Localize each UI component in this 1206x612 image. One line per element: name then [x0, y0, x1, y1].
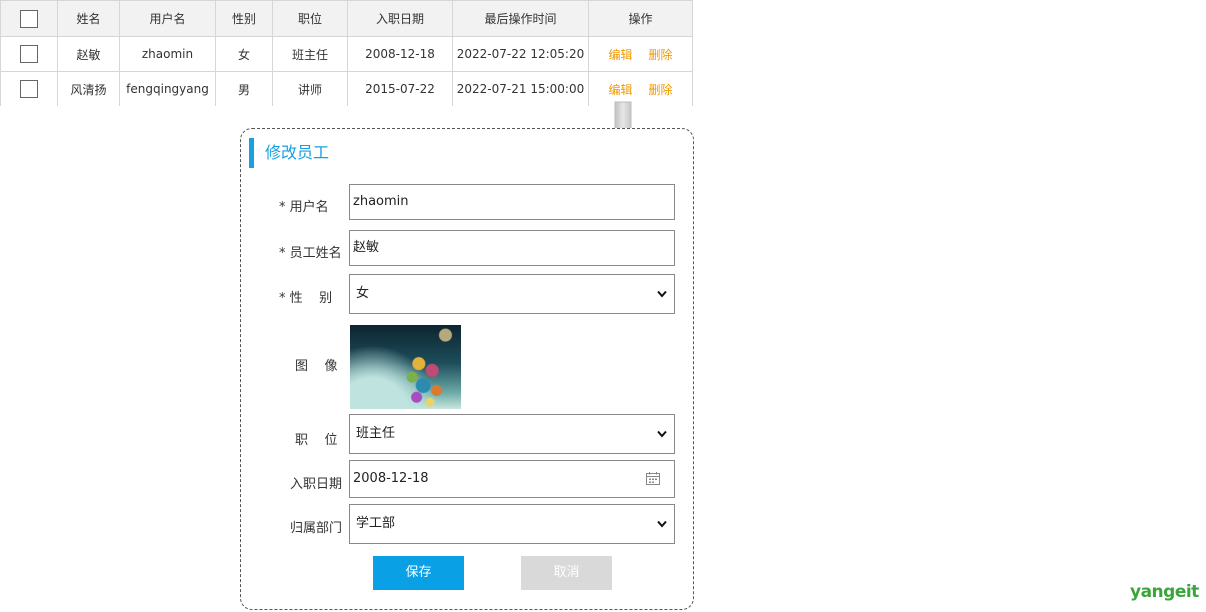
table-row: 赵敏 zhaomin 女 班主任 2008-12-18 2022-07-22 1… — [0, 36, 693, 72]
cell-position: 讲师 — [272, 71, 348, 106]
cell-gender: 女 — [215, 36, 273, 72]
row-checkbox[interactable] — [20, 80, 38, 98]
username-input[interactable]: zhaomin — [349, 184, 675, 220]
gender-label: * 性 别 — [279, 291, 333, 306]
chevron-down-icon — [657, 520, 667, 528]
hire-date-input[interactable]: 2008-12-18 — [349, 460, 675, 498]
chevron-down-icon — [657, 290, 667, 298]
employee-name-label: * 员工姓名 — [279, 246, 342, 261]
employee-photo[interactable] — [350, 325, 461, 409]
calendar-icon[interactable] — [646, 472, 660, 485]
edit-link[interactable]: 编辑 — [608, 83, 632, 97]
department-select-value: 学工部 — [356, 516, 396, 531]
department-select[interactable]: 学工部 — [349, 504, 675, 544]
brand-logo: yangeit — [1130, 582, 1199, 602]
cell-hire-date: 2008-12-18 — [347, 36, 453, 72]
column-header-position: 职位 — [272, 0, 348, 37]
table-row: 风清扬 fengqingyang 男 讲师 2015-07-22 2022-07… — [0, 71, 693, 106]
hire-date-label: 入职日期 — [290, 477, 343, 492]
cell-hire-date: 2015-07-22 — [347, 71, 453, 106]
gender-select[interactable]: 女 — [349, 274, 675, 314]
position-select-value: 班主任 — [356, 426, 396, 441]
gender-select-value: 女 — [356, 286, 370, 301]
cell-position: 班主任 — [272, 36, 348, 72]
cell-actions: 编辑 删除 — [588, 36, 693, 72]
table-header-row: 姓名 用户名 性别 职位 入职日期 最后操作时间 操作 — [0, 0, 693, 37]
cell-last-op-time: 2022-07-21 15:00:00 — [452, 71, 589, 106]
column-header-actions: 操作 — [588, 0, 693, 37]
image-label: 图 像 — [295, 359, 338, 374]
cell-last-op-time: 2022-07-22 12:05:20 — [452, 36, 589, 72]
employee-name-input[interactable]: 赵敏 — [349, 230, 675, 266]
column-header-hire-date: 入职日期 — [347, 0, 453, 37]
cell-username: fengqingyang — [119, 71, 216, 106]
column-header-gender: 性别 — [215, 0, 273, 37]
cell-name: 风清扬 — [57, 71, 120, 106]
cell-username: zhaomin — [119, 36, 216, 72]
cell-name: 赵敏 — [57, 36, 120, 72]
department-label: 归属部门 — [290, 521, 343, 536]
cancel-button[interactable]: 取消 — [521, 556, 612, 590]
hire-date-value: 2008-12-18 — [353, 471, 429, 486]
dialog-title: 修改员工 — [249, 138, 329, 168]
select-all-checkbox[interactable] — [20, 9, 38, 28]
delete-link[interactable]: 删除 — [649, 48, 673, 62]
employee-table: 姓名 用户名 性别 职位 入职日期 最后操作时间 操作 赵敏 zhaomin 女… — [0, 0, 693, 106]
column-header-last-op-time: 最后操作时间 — [452, 0, 589, 37]
delete-link[interactable]: 删除 — [649, 83, 673, 97]
position-select[interactable]: 班主任 — [349, 414, 675, 454]
edit-link[interactable]: 编辑 — [608, 48, 632, 62]
username-label: * 用户名 — [279, 200, 329, 215]
chevron-down-icon — [657, 430, 667, 438]
row-select-cell — [0, 36, 58, 72]
edit-employee-dialog: 修改员工 * 用户名 zhaomin * 员工姓名 赵敏 * 性 别 女 图 像… — [240, 128, 694, 610]
column-header-name: 姓名 — [57, 0, 120, 37]
row-checkbox[interactable] — [20, 45, 38, 63]
select-all-cell — [0, 0, 58, 37]
save-button[interactable]: 保存 — [373, 556, 464, 590]
position-label: 职 位 — [295, 433, 338, 448]
row-select-cell — [0, 71, 58, 106]
column-header-username: 用户名 — [119, 0, 216, 37]
cell-gender: 男 — [215, 71, 273, 106]
